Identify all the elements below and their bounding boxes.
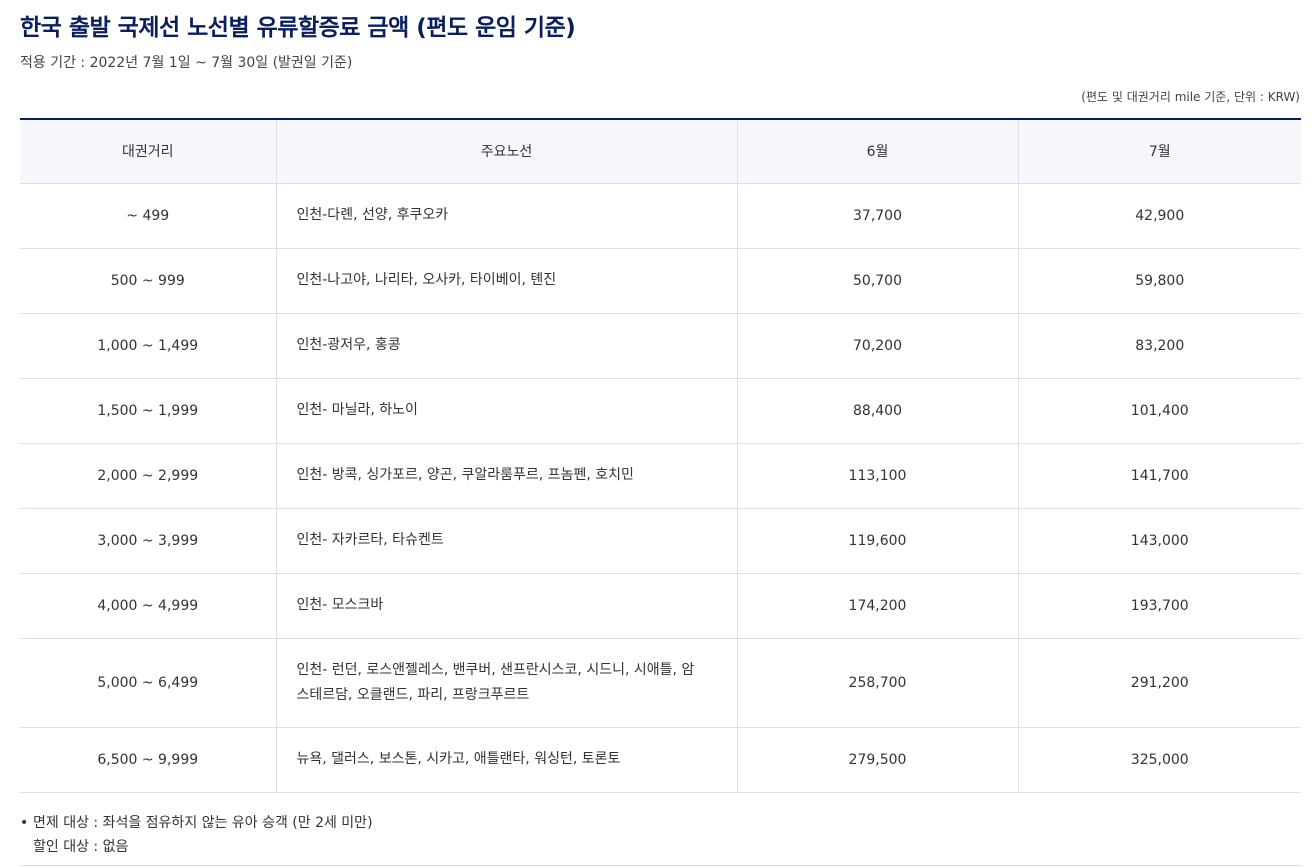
- notes-section: • 면제 대상 : 좌석을 점유하지 않는 유아 승객 (만 2세 미만) 할인 …: [20, 812, 373, 860]
- discount-note: 할인 대상 : 없음: [20, 836, 373, 860]
- table-row: 5,000 ~ 6,499 인천- 런던, 로스앤젤레스, 밴쿠버, 샌프란시스…: [20, 638, 1301, 728]
- distance-cell: 6,500 ~ 9,999: [20, 727, 277, 793]
- july-amount-cell: 59,800: [1018, 248, 1301, 314]
- table-row: 1,500 ~ 1,999 인천- 마닐라, 하노이 88,400 101,40…: [20, 378, 1301, 444]
- july-amount-cell: 83,200: [1018, 313, 1301, 379]
- july-amount-cell: 141,700: [1018, 443, 1301, 509]
- july-amount-cell: 143,000: [1018, 508, 1301, 574]
- exempt-text: 면제 대상 : 좌석을 점유하지 않는 유아 승객 (만 2세 미만): [33, 815, 373, 831]
- routes-cell: 인천-광저우, 홍콩: [276, 313, 738, 379]
- table-row: 4,000 ~ 4,999 인천- 모스크바 174,200 193,700: [20, 573, 1301, 639]
- june-amount-cell: 258,700: [737, 638, 1019, 728]
- unit-note: (편도 및 대권거리 mile 기준, 단위 : KRW): [1081, 90, 1300, 104]
- page-title: 한국 출발 국제선 노선별 유류할증료 금액 (편도 운임 기준): [20, 15, 576, 41]
- june-amount-cell: 37,700: [737, 183, 1019, 249]
- routes-cell: 인천- 자카르타, 타슈켄트: [276, 508, 738, 574]
- bottom-divider: [20, 865, 1301, 866]
- header-routes: 주요노선: [276, 119, 738, 184]
- table-row: 500 ~ 999 인천-나고야, 나리타, 오사카, 타이베이, 톈진 50,…: [20, 248, 1301, 314]
- routes-cell: 인천- 방콕, 싱가포르, 양곤, 쿠알라룸푸르, 프놈펜, 호치민: [276, 443, 738, 509]
- header-june: 6월: [737, 119, 1019, 184]
- distance-cell: 2,000 ~ 2,999: [20, 443, 277, 509]
- routes-cell: 인천-나고야, 나리타, 오사카, 타이베이, 톈진: [276, 248, 738, 314]
- july-amount-cell: 101,400: [1018, 378, 1301, 444]
- routes-cell: 인천- 마닐라, 하노이: [276, 378, 738, 444]
- june-amount-cell: 113,100: [737, 443, 1019, 509]
- distance-cell: 1,500 ~ 1,999: [20, 378, 277, 444]
- june-amount-cell: 70,200: [737, 313, 1019, 379]
- exempt-note: • 면제 대상 : 좌석을 점유하지 않는 유아 승객 (만 2세 미만): [20, 812, 373, 836]
- distance-cell: 1,000 ~ 1,499: [20, 313, 277, 379]
- july-amount-cell: 291,200: [1018, 638, 1301, 728]
- june-amount-cell: 50,700: [737, 248, 1019, 314]
- distance-cell: 4,000 ~ 4,999: [20, 573, 277, 639]
- june-amount-cell: 279,500: [737, 727, 1019, 793]
- header-july: 7월: [1018, 119, 1301, 184]
- header-distance: 대권거리: [20, 119, 277, 184]
- table-row: ~ 499 인천-다롄, 선양, 후쿠오카 37,700 42,900: [20, 183, 1301, 249]
- discount-text: 할인 대상 : 없음: [33, 839, 129, 855]
- routes-cell: 뉴욕, 댈러스, 보스톤, 시카고, 애틀랜타, 워싱턴, 토론토: [276, 727, 738, 793]
- distance-cell: 3,000 ~ 3,999: [20, 508, 277, 574]
- routes-cell: 인천- 모스크바: [276, 573, 738, 639]
- july-amount-cell: 193,700: [1018, 573, 1301, 639]
- distance-cell: 500 ~ 999: [20, 248, 277, 314]
- june-amount-cell: 174,200: [737, 573, 1019, 639]
- bullet-icon: •: [20, 815, 29, 831]
- june-amount-cell: 119,600: [737, 508, 1019, 574]
- table-row: 1,000 ~ 1,499 인천-광저우, 홍콩 70,200 83,200: [20, 313, 1301, 379]
- applicable-period: 적용 기간 : 2022년 7월 1일 ~ 7월 30일 (발권일 기준): [20, 55, 353, 71]
- table-row: 2,000 ~ 2,999 인천- 방콕, 싱가포르, 양곤, 쿠알라룸푸르, …: [20, 443, 1301, 509]
- july-amount-cell: 42,900: [1018, 183, 1301, 249]
- distance-cell: 5,000 ~ 6,499: [20, 638, 277, 728]
- table-row: 3,000 ~ 3,999 인천- 자카르타, 타슈켄트 119,600 143…: [20, 508, 1301, 574]
- june-amount-cell: 88,400: [737, 378, 1019, 444]
- table-row: 6,500 ~ 9,999 뉴욕, 댈러스, 보스톤, 시카고, 애틀랜타, 워…: [20, 727, 1301, 793]
- table-header-row: 대권거리 주요노선 6월 7월: [20, 119, 1301, 184]
- routes-cell: 인천-다롄, 선양, 후쿠오카: [276, 183, 738, 249]
- distance-cell: ~ 499: [20, 183, 277, 249]
- fuel-surcharge-table: 대권거리 주요노선 6월 7월 ~ 499 인천-다롄, 선양, 후쿠오카 37…: [20, 118, 1301, 793]
- july-amount-cell: 325,000: [1018, 727, 1301, 793]
- routes-cell: 인천- 런던, 로스앤젤레스, 밴쿠버, 샌프란시스코, 시드니, 시애틀, 암…: [276, 638, 738, 728]
